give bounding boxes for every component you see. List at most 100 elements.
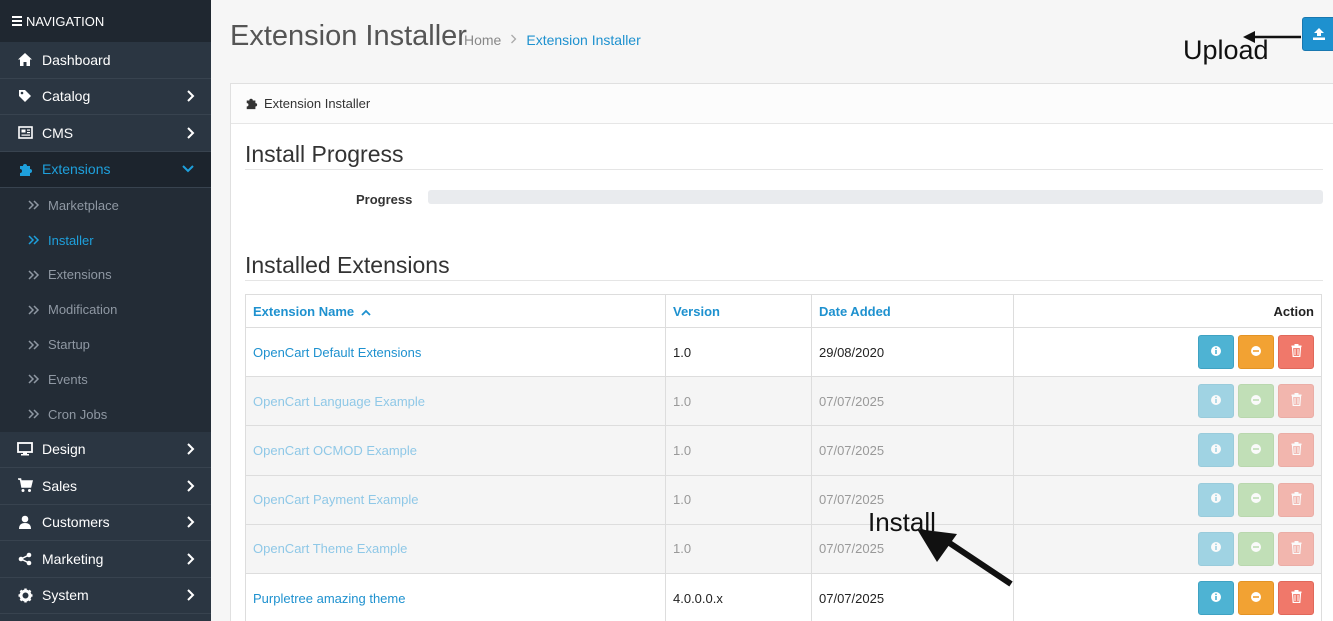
delete-button[interactable] bbox=[1278, 335, 1314, 370]
cell-date-added: 07/07/2025 bbox=[811, 376, 1014, 427]
upload-button[interactable] bbox=[1302, 17, 1333, 51]
install-annotation-arrow bbox=[917, 529, 1013, 587]
sidebar-subitem-events[interactable]: Events bbox=[0, 362, 211, 397]
cell-extension-name: Purpletree amazing theme bbox=[245, 572, 666, 621]
cell-version: 1.0 bbox=[665, 326, 812, 378]
sidebar-subitem-label: Installer bbox=[48, 232, 94, 248]
gear-icon bbox=[17, 587, 33, 603]
table-row: Purpletree amazing theme 4.0.0.0.x 07/07/2… bbox=[245, 572, 1322, 621]
install-button[interactable] bbox=[1238, 384, 1274, 419]
hamburger-icon[interactable] bbox=[12, 14, 22, 28]
delete-button[interactable] bbox=[1278, 482, 1314, 517]
info-button[interactable] bbox=[1198, 482, 1234, 517]
minus-circle-icon bbox=[1250, 541, 1262, 556]
sidebar-item-extensions[interactable]: Extensions bbox=[0, 151, 211, 188]
sidebar-item-customers[interactable]: Customers bbox=[0, 505, 211, 542]
info-button[interactable] bbox=[1198, 433, 1234, 468]
cell-action bbox=[1013, 474, 1322, 525]
sidebar-item-label: Design bbox=[42, 441, 86, 458]
info-icon bbox=[1210, 492, 1222, 507]
column-header-extension-name[interactable]: Extension Name bbox=[245, 294, 666, 328]
sidebar-subitem-marketplace[interactable]: Marketplace bbox=[0, 188, 211, 223]
sidebar-item-design[interactable]: Design bbox=[0, 432, 211, 469]
trash-icon bbox=[1291, 540, 1302, 557]
navigation-header-label: NAVIGATION bbox=[26, 13, 105, 29]
chevron-down-icon bbox=[182, 165, 194, 173]
cell-date-added: 07/07/2025 bbox=[811, 425, 1014, 476]
uninstall-button[interactable] bbox=[1238, 335, 1274, 370]
sidebar-item-label: Marketing bbox=[42, 550, 104, 567]
sidebar-subitem-label: Extensions bbox=[48, 267, 112, 283]
info-icon bbox=[1210, 591, 1222, 606]
chevron-right-icon bbox=[187, 443, 195, 456]
sidebar-item-sales[interactable]: Sales bbox=[0, 468, 211, 505]
sidebar-subitem-installer[interactable]: Installer bbox=[0, 223, 211, 258]
sidebar-item-dashboard[interactable]: Dashboard bbox=[0, 42, 211, 79]
progress-bar bbox=[428, 190, 1323, 204]
uninstall-button[interactable] bbox=[1238, 581, 1274, 616]
extension-name-link[interactable]: Purpletree amazing theme bbox=[253, 591, 405, 606]
trash-icon bbox=[1291, 491, 1302, 508]
breadcrumb: Home Extension Installer bbox=[464, 32, 641, 48]
delete-button[interactable] bbox=[1278, 581, 1314, 616]
breadcrumb-home[interactable]: Home bbox=[464, 32, 501, 48]
install-button[interactable] bbox=[1238, 531, 1274, 566]
navigation-header[interactable]: NAVIGATION bbox=[0, 0, 211, 42]
minus-circle-icon bbox=[1250, 443, 1262, 458]
cell-action bbox=[1013, 376, 1322, 427]
sidebar-subitem-cron-jobs[interactable]: Cron Jobs bbox=[0, 397, 211, 432]
column-header-version[interactable]: Version bbox=[665, 294, 812, 328]
sidebar-item-cms[interactable]: CMS bbox=[0, 115, 211, 152]
install-button[interactable] bbox=[1238, 433, 1274, 468]
sidebar-subitem-modification[interactable]: Modification bbox=[0, 292, 211, 327]
extension-installer-panel: Extension Installer Install Progress Pro… bbox=[230, 83, 1333, 621]
column-header-date-added[interactable]: Date Added bbox=[811, 294, 1014, 328]
column-header-action: Action bbox=[1013, 294, 1322, 328]
puzzle-icon bbox=[17, 161, 33, 177]
info-icon bbox=[1210, 541, 1222, 556]
double-chevron-icon bbox=[28, 270, 40, 280]
delete-button[interactable] bbox=[1278, 384, 1314, 419]
home-icon bbox=[17, 52, 33, 68]
extension-name-link[interactable]: OpenCart Theme Example bbox=[253, 541, 407, 556]
info-button[interactable] bbox=[1198, 581, 1234, 616]
extension-name-link[interactable]: OpenCart Payment Example bbox=[253, 492, 418, 507]
sidebar-item-label: Customers bbox=[42, 514, 110, 531]
chevron-right-icon bbox=[187, 589, 195, 602]
divider bbox=[245, 280, 1323, 281]
delete-button[interactable] bbox=[1278, 531, 1314, 566]
info-button[interactable] bbox=[1198, 531, 1234, 566]
sidebar-item-marketing[interactable]: Marketing bbox=[0, 541, 211, 578]
info-button[interactable] bbox=[1198, 335, 1234, 370]
sidebar-item-system[interactable]: System bbox=[0, 578, 211, 615]
column-header-label: Extension Name bbox=[253, 303, 355, 319]
sidebar-subitem-label: Cron Jobs bbox=[48, 406, 108, 422]
extension-name-link[interactable]: OpenCart Language Example bbox=[253, 394, 425, 409]
extension-name-link[interactable]: OpenCart Default Extensions bbox=[253, 345, 421, 360]
cell-version: 1.0 bbox=[665, 523, 812, 574]
table-row: OpenCart Language Example 1.0 07/07/2025 bbox=[245, 376, 1322, 427]
sidebar-item-label: Extensions bbox=[42, 161, 111, 178]
sidebar-subitem-extensions[interactable]: Extensions bbox=[0, 258, 211, 293]
breadcrumb-current[interactable]: Extension Installer bbox=[526, 32, 640, 48]
sidebar-item-catalog[interactable]: Catalog bbox=[0, 79, 211, 115]
double-chevron-icon bbox=[28, 200, 40, 210]
minus-circle-icon bbox=[1250, 345, 1262, 360]
minus-circle-icon bbox=[1250, 492, 1262, 507]
info-button[interactable] bbox=[1198, 384, 1234, 419]
upload-annotation-arrow bbox=[1243, 31, 1301, 43]
minus-circle-icon bbox=[1250, 591, 1262, 606]
install-button[interactable] bbox=[1238, 482, 1274, 517]
sidebar-item-label: CMS bbox=[42, 124, 74, 141]
sidebar: NAVIGATION Dashboard Catalog CMS Extensi… bbox=[0, 0, 211, 621]
installed-extensions-table: Extension Name Version Date Added Action… bbox=[245, 294, 1322, 621]
delete-button[interactable] bbox=[1278, 433, 1314, 468]
info-icon bbox=[1210, 345, 1222, 360]
cell-extension-name: OpenCart Payment Example bbox=[245, 474, 666, 525]
trash-icon bbox=[1291, 590, 1302, 606]
minus-circle-icon bbox=[1250, 394, 1262, 409]
sidebar-subitem-startup[interactable]: Startup bbox=[0, 327, 211, 362]
extension-name-link[interactable]: OpenCart OCMOD Example bbox=[253, 443, 417, 458]
cell-action bbox=[1013, 523, 1322, 574]
trash-icon bbox=[1291, 344, 1302, 360]
